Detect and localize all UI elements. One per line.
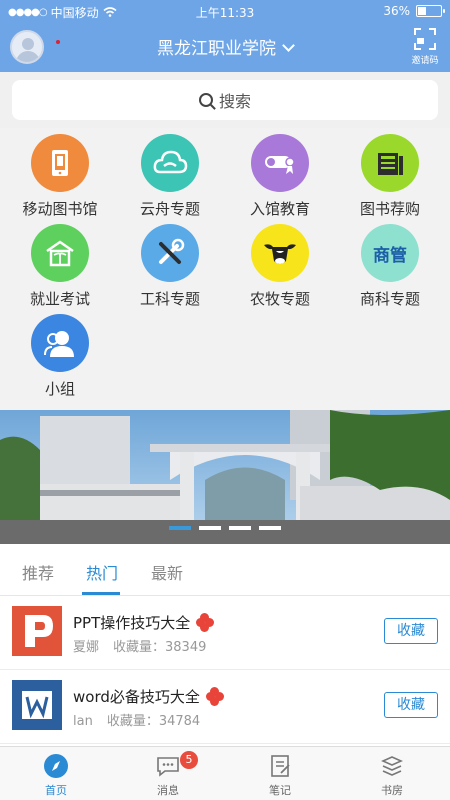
house-icon [31,224,89,282]
search-input[interactable]: 搜索 [12,80,438,120]
scan-icon [414,28,436,50]
course-list: PPT操作技巧大全 夏娜 收藏量：38349 收藏 word必备技巧大全 lan 收… [0,596,450,746]
item-author: lan [73,714,93,729]
header-bar: ●●●●○ 中国移动 上午11:33 36% 黑龙江职业学院 邀请码 [0,0,450,72]
message-icon [155,753,181,779]
bookshelf-icon [379,753,405,779]
carousel-pager [0,526,450,530]
grid-item-cloud[interactable]: 云舟专题 [115,134,225,219]
banner-carousel[interactable] [0,410,450,544]
group-icon [31,314,89,372]
grid-item-group[interactable]: 小组 [5,314,115,399]
grid-label: 移动图书馆 [22,200,98,218]
grid-label: 云舟专题 [139,200,200,218]
feature-grid: 移动图书馆 云舟专题 入馆教育 图书荐购 就业考试 工科专题 农牧专题 商管 商… [0,128,450,408]
message-badge: 5 [180,751,198,769]
tab-latest[interactable]: 最新 [151,560,183,584]
nav-label: 书房 [381,784,403,797]
item-title: word必备技巧大全 [73,688,200,706]
grid-item-book-recommend[interactable]: 图书荐购 [335,134,445,219]
grid-label: 商科专题 [359,290,420,308]
grid-item-engineering[interactable]: 工科专题 [115,224,225,309]
cow-icon [251,224,309,282]
status-bar: ●●●●○ 中国移动 上午11:33 36% [0,0,450,24]
invite-label: 邀请码 [411,56,439,66]
cloud-icon [141,134,199,192]
battery-label: 36% [383,4,410,18]
grid-item-business[interactable]: 商管 商科专题 [335,224,445,309]
school-selector[interactable]: 黑龙江职业学院 [0,34,450,59]
nav-notes[interactable]: 笔记 [224,753,336,798]
book-recommend-icon [361,134,419,192]
favorite-button[interactable]: 收藏 [384,618,438,644]
recommend-badge-icon [196,613,215,632]
nav-label: 笔记 [269,784,291,797]
grid-label: 工科专题 [139,290,200,308]
chevron-down-icon [282,39,295,52]
recommend-badge-icon [205,687,224,706]
compass-icon [43,753,69,779]
battery-icon [416,5,445,17]
banner-image [0,410,450,544]
nav-home[interactable]: 首页 [0,753,112,798]
item-favorites: 收藏量：34784 [106,714,201,729]
grid-item-employment[interactable]: 就业考试 [5,224,115,309]
tab-indicator [82,592,120,595]
search-area: 搜索 [0,72,450,128]
list-item[interactable]: PPT操作技巧大全 夏娜 收藏量：38349 收藏 [0,596,450,670]
grid-label: 图书荐购 [359,200,420,218]
grid-item-mobile-library[interactable]: 移动图书馆 [5,134,115,219]
grid-label: 农牧专题 [249,290,310,308]
item-title: PPT操作技巧大全 [73,614,191,632]
grid-item-agriculture[interactable]: 农牧专题 [225,224,335,309]
pager-dot[interactable] [259,526,281,530]
grid-label: 小组 [44,380,75,398]
grid-label: 就业考试 [29,290,90,308]
item-author: 夏娜 [73,640,100,655]
list-item[interactable]: word必备技巧大全 lan 收藏量：34784 收藏 [0,670,450,744]
nav-label: 消息 [157,784,179,797]
favorite-button[interactable]: 收藏 [384,692,438,718]
word-icon [12,680,62,730]
invite-code-button[interactable]: 邀请码 [408,28,442,66]
pager-dot[interactable] [229,526,251,530]
grid-label: 入馆教育 [249,200,310,218]
nav-messages[interactable]: 5 消息 [112,751,224,798]
grid-item-orientation[interactable]: 入馆教育 [225,134,335,219]
tab-hot[interactable]: 热门 [86,560,118,584]
shangguan-icon: 商管 [361,224,419,282]
search-placeholder: 搜索 [218,92,251,111]
mobile-library-icon [31,134,89,192]
tools-icon [141,224,199,282]
diploma-icon [251,134,309,192]
pager-dot[interactable] [199,526,221,530]
search-icon [198,93,213,107]
page-title: 黑龙江职业学院 [157,39,276,59]
content-tabs: 推荐 热门 最新 [0,544,450,596]
ppt-icon [12,606,62,656]
tab-recommended[interactable]: 推荐 [22,560,54,584]
nav-label: 首页 [45,784,67,797]
note-icon [267,753,293,779]
item-favorites: 收藏量：38349 [113,640,207,655]
pager-dot[interactable] [169,526,191,530]
bottom-nav: 首页 5 消息 笔记 书房 [0,746,450,800]
nav-bookshelf[interactable]: 书房 [336,753,448,798]
